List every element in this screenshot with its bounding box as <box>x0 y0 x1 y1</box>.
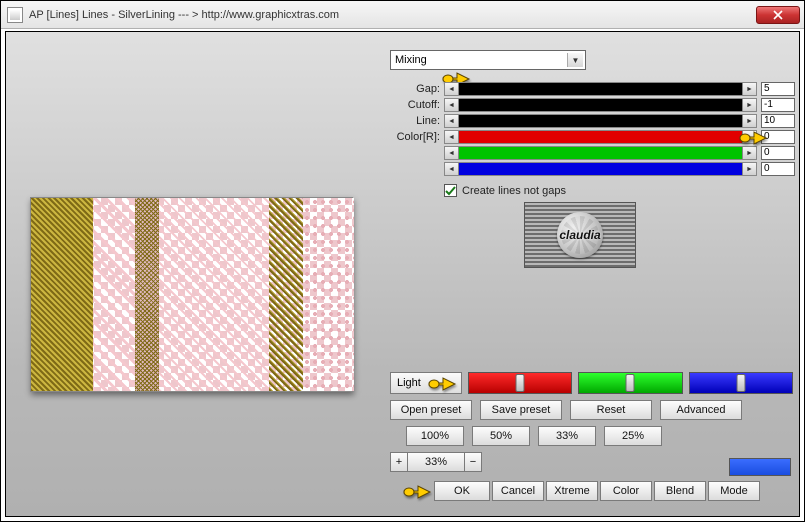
gap-label: Gap: <box>388 83 444 95</box>
mode-button[interactable]: Mode <box>708 481 760 501</box>
cutoff-label: Cutoff: <box>388 99 444 111</box>
slider-thumb[interactable] <box>516 374 525 392</box>
client-area: Mixing Gap: ◄ ► 5 Cutoff: <box>5 31 800 517</box>
blend-button[interactable]: Blend <box>654 481 706 501</box>
pct-100-button[interactable]: 100% <box>406 426 464 446</box>
preview-stripe <box>135 198 159 391</box>
color-r-slider[interactable]: ◄ ► <box>444 130 757 144</box>
zoom-out-button[interactable]: − <box>464 452 482 472</box>
light-blue-slider[interactable] <box>689 372 793 394</box>
slider-group: Gap: ◄ ► 5 Cutoff: ◄ ► -1 Line: <box>388 82 795 178</box>
minus-icon: − <box>470 456 476 468</box>
preview-stripe <box>303 198 354 391</box>
color-swatch[interactable] <box>729 458 791 476</box>
scroll-left-icon[interactable]: ◄ <box>445 163 459 175</box>
scroll-right-icon[interactable]: ► <box>742 99 756 111</box>
create-lines-checkbox[interactable] <box>444 184 457 197</box>
cutoff-value[interactable]: -1 <box>761 98 795 112</box>
advanced-label: Advanced <box>677 404 726 416</box>
preview-stripe <box>159 198 269 391</box>
scroll-left-icon[interactable]: ◄ <box>445 115 459 127</box>
zoom-value-label: 33% <box>425 456 447 468</box>
mixing-dropdown[interactable]: Mixing <box>390 50 586 70</box>
cutoff-slider[interactable]: ◄ ► <box>444 98 757 112</box>
pct-25-button[interactable]: 25% <box>604 426 662 446</box>
color-b-value[interactable]: 0 <box>761 162 795 176</box>
create-lines-label: Create lines not gaps <box>462 185 566 197</box>
cancel-label: Cancel <box>501 485 535 497</box>
scroll-right-icon[interactable]: ► <box>742 83 756 95</box>
slider-thumb[interactable] <box>626 374 635 392</box>
ok-label: OK <box>454 485 470 497</box>
preview-stripe <box>269 198 303 391</box>
plus-icon: + <box>396 456 402 468</box>
pct-25-label: 25% <box>622 430 644 442</box>
pointer-hand-icon <box>738 126 768 148</box>
scroll-right-icon[interactable]: ► <box>742 147 756 159</box>
light-button-label: Light <box>397 377 421 389</box>
light-green-slider[interactable] <box>578 372 682 394</box>
color-g-value[interactable]: 0 <box>761 146 795 160</box>
brand-logo: claudia <box>524 202 636 268</box>
color-button[interactable]: Color <box>600 481 652 501</box>
ok-button[interactable]: OK <box>434 481 490 501</box>
scroll-left-icon[interactable]: ◄ <box>445 147 459 159</box>
brand-text: claudia <box>559 228 600 242</box>
title-bar: AP [Lines] Lines - SilverLining --- > ht… <box>1 1 804 29</box>
preview-panel <box>30 197 353 392</box>
reset-label: Reset <box>597 404 626 416</box>
preview-stripe <box>93 198 135 391</box>
check-icon <box>445 185 456 196</box>
xtreme-button[interactable]: Xtreme <box>546 481 598 501</box>
light-red-slider[interactable] <box>468 372 572 394</box>
close-button[interactable] <box>756 6 800 24</box>
light-button[interactable]: Light <box>390 372 462 394</box>
zoom-value[interactable]: 33% <box>408 452 464 472</box>
close-icon <box>773 10 783 20</box>
pct-50-button[interactable]: 50% <box>472 426 530 446</box>
preview-stripe <box>31 198 93 391</box>
pct-33-button[interactable]: 33% <box>538 426 596 446</box>
xtreme-label: Xtreme <box>554 485 589 497</box>
save-preset-label: Save preset <box>492 404 551 416</box>
mode-label: Mode <box>720 485 748 497</box>
color-label: Color <box>613 485 639 497</box>
open-preset-button[interactable]: Open preset <box>390 400 472 420</box>
line-slider[interactable]: ◄ ► <box>444 114 757 128</box>
gap-slider[interactable]: ◄ ► <box>444 82 757 96</box>
plugin-window: AP [Lines] Lines - SilverLining --- > ht… <box>0 0 805 522</box>
open-preset-label: Open preset <box>401 404 462 416</box>
app-icon <box>7 7 23 23</box>
pointer-hand-icon <box>402 480 432 502</box>
color-g-slider[interactable]: ◄ ► <box>444 146 757 160</box>
scroll-right-icon[interactable]: ► <box>742 163 756 175</box>
line-label: Line: <box>388 115 444 127</box>
color-b-slider[interactable]: ◄ ► <box>444 162 757 176</box>
mixing-dropdown-value: Mixing <box>395 54 427 66</box>
color-r-label: Color[R]: <box>388 131 444 143</box>
reset-button[interactable]: Reset <box>570 400 652 420</box>
controls-panel: Mixing Gap: ◄ ► 5 Cutoff: <box>384 32 799 516</box>
slider-thumb[interactable] <box>736 374 745 392</box>
blend-label: Blend <box>666 485 694 497</box>
pct-50-label: 50% <box>490 430 512 442</box>
cancel-button[interactable]: Cancel <box>492 481 544 501</box>
gap-value[interactable]: 5 <box>761 82 795 96</box>
window-title: AP [Lines] Lines - SilverLining --- > ht… <box>29 9 756 21</box>
save-preset-button[interactable]: Save preset <box>480 400 562 420</box>
pct-33-label: 33% <box>556 430 578 442</box>
advanced-button[interactable]: Advanced <box>660 400 742 420</box>
scroll-left-icon[interactable]: ◄ <box>445 99 459 111</box>
zoom-in-button[interactable]: + <box>390 452 408 472</box>
scroll-left-icon[interactable]: ◄ <box>445 83 459 95</box>
scroll-left-icon[interactable]: ◄ <box>445 131 459 143</box>
pct-100-label: 100% <box>421 430 449 442</box>
pointer-hand-icon <box>427 372 457 394</box>
